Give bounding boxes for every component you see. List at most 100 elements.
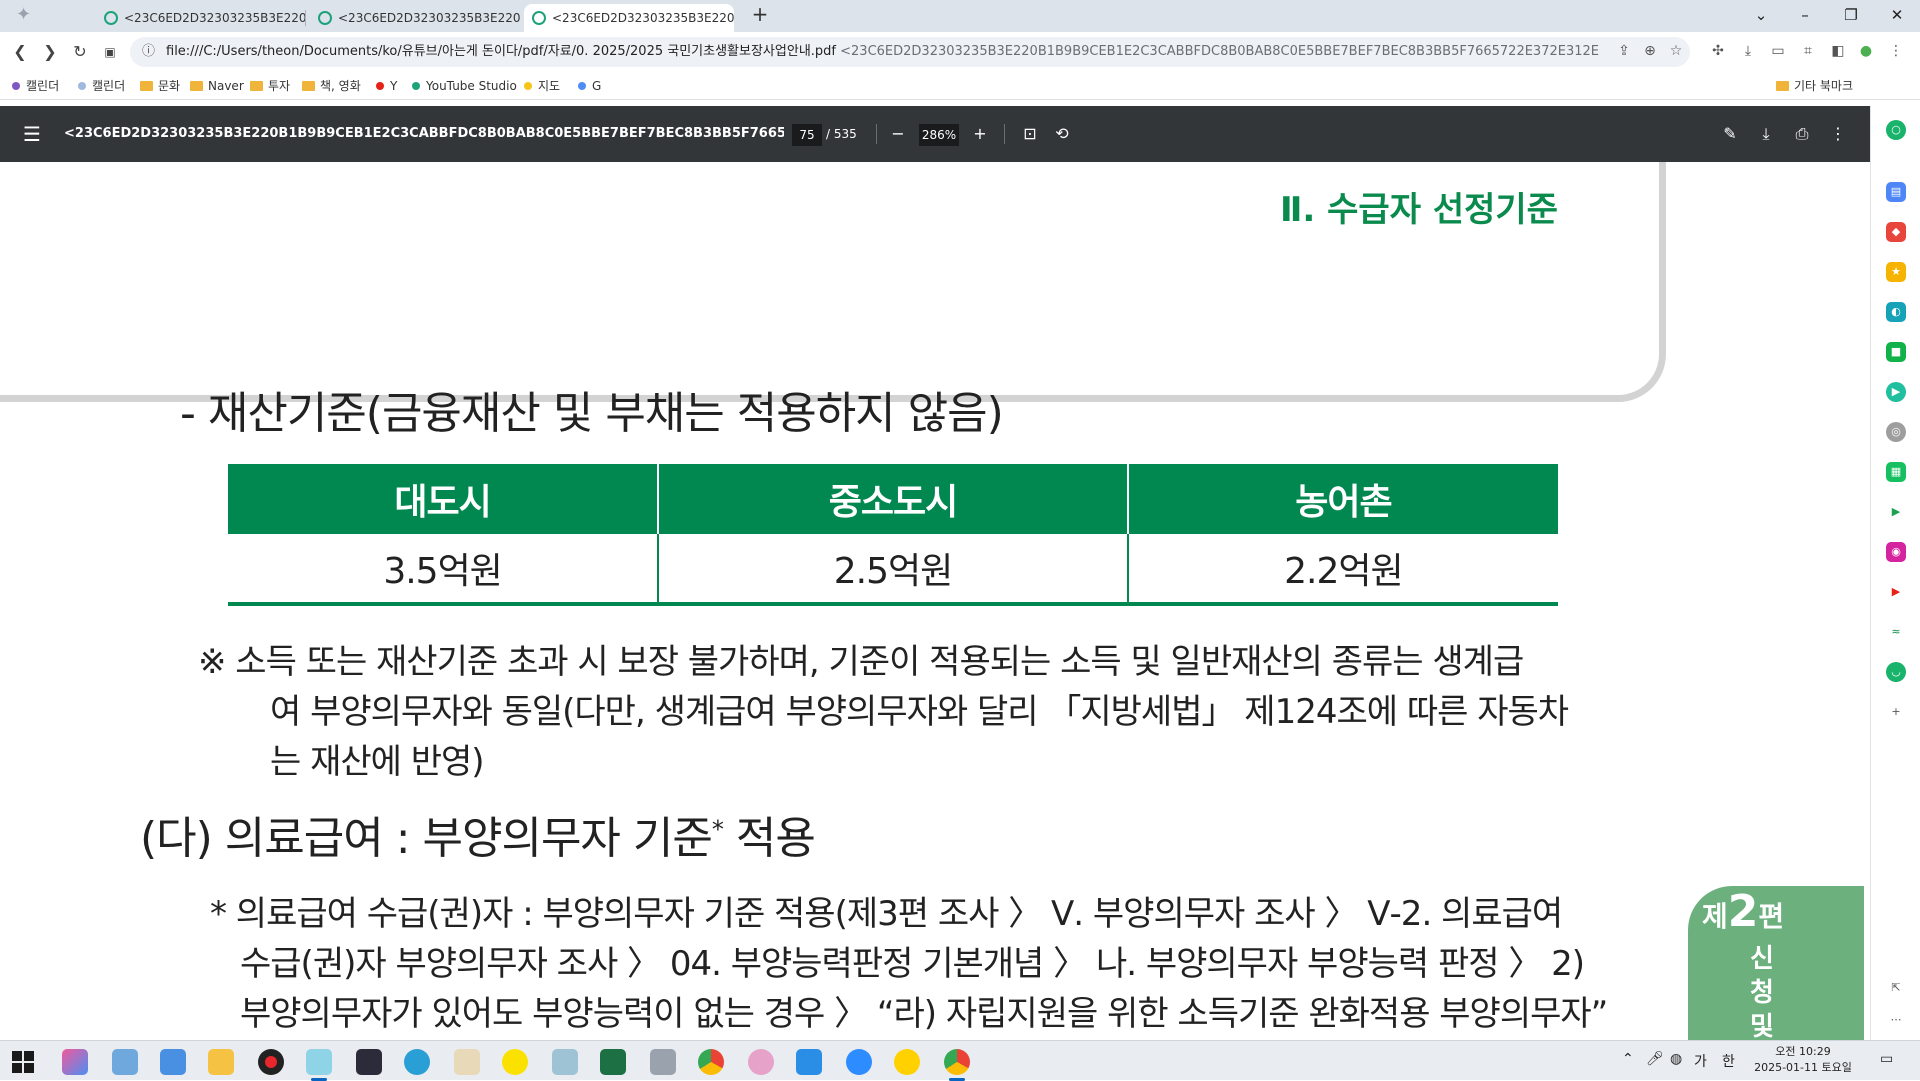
fit-page-icon[interactable]: ⊡: [1018, 122, 1042, 146]
profile-avatar-icon[interactable]: ●: [1856, 41, 1876, 61]
add-app-icon[interactable]: +: [1886, 702, 1906, 722]
bookmark-folder[interactable]: 문화: [140, 77, 180, 95]
cast-icon[interactable]: ▭: [1768, 41, 1788, 61]
app-icon[interactable]: [306, 1049, 332, 1075]
app-icon[interactable]: [454, 1049, 480, 1075]
browser-tab-3-active[interactable]: <23C6ED2D32303235B3E220B: [524, 4, 734, 32]
zoom-icon[interactable]: ⊕: [1640, 41, 1660, 61]
bookmark-folder[interactable]: Naver: [190, 77, 244, 95]
bookmark-item[interactable]: 캘린더: [12, 77, 59, 95]
folder-icon: [302, 81, 315, 91]
side-app-icon[interactable]: ■: [1886, 342, 1906, 362]
bookmark-item[interactable]: Y: [376, 77, 397, 95]
sidebar-toggle-icon[interactable]: ◧: [1828, 41, 1848, 61]
system-clock[interactable]: 오전 10:29 2025-01-11 토요일: [1748, 1044, 1858, 1076]
file-explorer-icon[interactable]: [208, 1049, 234, 1075]
excel-icon[interactable]: [600, 1049, 626, 1075]
ime-mode-indicator[interactable]: 한: [1722, 1051, 1735, 1071]
back-icon[interactable]: ❮: [8, 40, 32, 64]
bookmark-item[interactable]: G: [578, 77, 601, 95]
chrome-icon[interactable]: [698, 1049, 724, 1075]
chrome-icon[interactable]: [944, 1049, 970, 1075]
folder-icon: [1776, 81, 1789, 91]
restore-icon[interactable]: ❐: [1828, 0, 1874, 32]
panel-more-icon[interactable]: ⋯: [1886, 1010, 1906, 1030]
side-app-icon[interactable]: ◐: [1886, 302, 1906, 322]
minimize-icon[interactable]: –: [1782, 0, 1828, 32]
hamburger-menu-icon[interactable]: ☰: [20, 122, 44, 146]
app-icon[interactable]: [160, 1049, 186, 1075]
side-app-icon[interactable]: ◡: [1886, 662, 1906, 682]
network-icon[interactable]: ◍: [1670, 1051, 1682, 1067]
media-player-icon[interactable]: [894, 1049, 920, 1075]
screenshot-icon[interactable]: ⌗: [1798, 41, 1818, 61]
browser-tab-1[interactable]: <23C6ED2D32303235B3E220B: [96, 4, 306, 32]
download-icon[interactable]: ⤓: [1754, 122, 1778, 146]
tray-overflow-icon[interactable]: ⌃: [1622, 1051, 1634, 1067]
bookmark-item[interactable]: 캘린더: [78, 77, 125, 95]
rotate-icon[interactable]: ⟲: [1050, 122, 1074, 146]
kakaotalk-icon[interactable]: [502, 1049, 528, 1075]
download-icon[interactable]: ⤓: [1738, 41, 1758, 61]
bookmark-folder[interactable]: 투자: [250, 77, 290, 95]
app-icon[interactable]: [552, 1049, 578, 1075]
tab-search-icon[interactable]: ⌄: [1738, 0, 1784, 32]
more-options-icon[interactable]: ⋮: [1826, 122, 1850, 146]
zoom-out-icon[interactable]: −: [886, 122, 910, 146]
forward-icon[interactable]: ❯: [38, 40, 62, 64]
table-header-cell: 농어촌: [1126, 464, 1558, 534]
side-app-icon[interactable]: ▤: [1886, 182, 1906, 202]
print-icon[interactable]: ⎙: [1790, 122, 1814, 146]
side-app-icon[interactable]: ▶: [1886, 502, 1906, 522]
app-icon[interactable]: [112, 1049, 138, 1075]
site-info-icon[interactable]: ⓘ: [142, 37, 155, 67]
url-input[interactable]: ⓘ file:///C:/Users/theon/Documents/ko/유튜…: [130, 37, 1690, 67]
ime-language-indicator[interactable]: 가: [1694, 1051, 1707, 1071]
zoom-in-icon[interactable]: +: [968, 122, 992, 146]
new-tab-button[interactable]: +: [746, 2, 774, 26]
reader-mode-icon[interactable]: ▣: [98, 40, 122, 64]
app-icon[interactable]: [748, 1049, 774, 1075]
bookmark-folder[interactable]: 책, 영화: [302, 77, 361, 95]
copilot-icon[interactable]: [62, 1049, 88, 1075]
open-external-icon[interactable]: ⇱: [1886, 978, 1906, 998]
side-app-icon[interactable]: ◆: [1886, 222, 1906, 242]
page-number-input[interactable]: 75: [792, 124, 822, 146]
asset-criteria-table: 대도시 중소도시 농어촌 3.5억원 2.5억원 2.2억원: [228, 464, 1558, 606]
edge-icon[interactable]: [404, 1049, 430, 1075]
calendar-icon: [78, 82, 86, 90]
side-app-icon[interactable]: ≈: [1886, 622, 1906, 642]
annotate-pen-icon[interactable]: ✎: [1718, 122, 1742, 146]
share-icon[interactable]: ⇪: [1614, 41, 1634, 61]
side-app-icon[interactable]: ▦: [1886, 462, 1906, 482]
calculator-icon[interactable]: [650, 1049, 676, 1075]
more-menu-icon[interactable]: ⋮: [1886, 41, 1906, 61]
section-title-vertical: 신 청 및: [1750, 944, 1774, 1042]
zoom-level-input[interactable]: 286%: [919, 124, 959, 146]
bookmark-star-icon[interactable]: ☆: [1666, 41, 1686, 61]
side-app-icon[interactable]: ○: [1886, 120, 1906, 140]
other-bookmarks-folder[interactable]: 기타 북마크: [1776, 77, 1853, 95]
microphone-icon[interactable]: 🎤︎: [1646, 1051, 1664, 1067]
side-app-icon[interactable]: ★: [1886, 262, 1906, 282]
bookmark-item[interactable]: 지도: [524, 77, 560, 95]
bookmark-item[interactable]: YouTube Studio: [412, 77, 517, 95]
close-icon[interactable]: ✕: [1874, 0, 1920, 32]
notification-icon[interactable]: ▭: [1880, 1051, 1893, 1067]
record-icon[interactable]: [258, 1049, 284, 1075]
browser-tab-2[interactable]: <23C6ED2D32303235B3E220B: [310, 4, 520, 32]
url-fragment: <23C6ED2D32303235B3E220B1B9B9CEB1E2C3CAB…: [840, 44, 1599, 59]
side-app-icon[interactable]: ▶: [1886, 382, 1906, 402]
reload-icon[interactable]: ↻: [68, 40, 92, 64]
extensions-icon[interactable]: ✣: [1708, 41, 1728, 61]
tab-title: <23C6ED2D32303235B3E220B: [552, 11, 734, 25]
section-number: 제2편: [1702, 886, 1785, 937]
windows-start-icon[interactable]: [12, 1051, 34, 1073]
app-icon[interactable]: [796, 1049, 822, 1075]
instagram-icon[interactable]: ◉: [1886, 542, 1906, 562]
zoom-meetings-icon[interactable]: [846, 1049, 872, 1075]
davinci-icon[interactable]: [356, 1049, 382, 1075]
table-cell: 2.5억원: [657, 534, 1128, 606]
side-app-icon[interactable]: ◎: [1886, 422, 1906, 442]
youtube-icon[interactable]: ▶: [1886, 582, 1906, 602]
